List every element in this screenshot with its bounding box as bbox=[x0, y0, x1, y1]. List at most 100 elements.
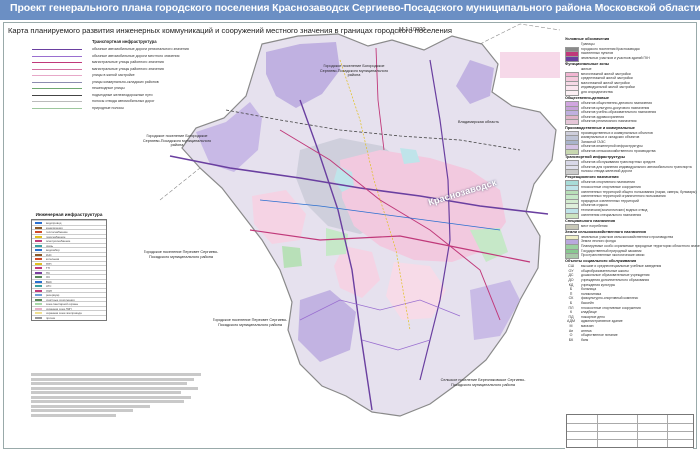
legend-label: общественное питание bbox=[581, 333, 618, 338]
municipal-boundary bbox=[159, 167, 201, 201]
legend-label: плоскостные спортивные сооружения bbox=[581, 184, 641, 189]
transport-legend-label: улицы в жилой застройке bbox=[92, 73, 135, 77]
legend-item: полосы отвода железной дороги bbox=[565, 169, 693, 176]
transport-legend-item: подъездные железнодорожные пути bbox=[14, 93, 224, 98]
legend-label: коммунальных и складских объектов bbox=[581, 135, 640, 140]
legend-label: магазин bbox=[581, 324, 594, 328]
legend-label: озеленения специального назначения bbox=[581, 212, 642, 217]
legend-section-heading: Условные обозначения bbox=[565, 37, 610, 41]
engineering-legend-table: Инженерная инфраструктура водопровод кана… bbox=[31, 212, 107, 321]
legend-label: пожарное депо bbox=[581, 314, 605, 319]
legend-label: поликлиника bbox=[581, 291, 602, 296]
legend-label: объектов спортивного назначения bbox=[581, 180, 635, 185]
transport-legend-item: природные полосы bbox=[14, 106, 224, 111]
transport-legend-item: обычные автомобильные дороги местного зн… bbox=[14, 54, 224, 59]
legend-label: индивидуальной жилой застройки bbox=[581, 85, 635, 90]
legend-code: ОУ bbox=[568, 268, 574, 273]
map-sheet: Проект генерального плана городского пос… bbox=[0, 0, 700, 452]
transport-legend-item: магистральные улицы районного значения bbox=[14, 67, 224, 72]
transport-legend-label: обычные автомобильные дороги регионально… bbox=[92, 47, 189, 51]
legend-label: объектов обслуживания транспортных средс… bbox=[581, 160, 656, 164]
transport-legend-label: пешеходные улицы bbox=[92, 86, 125, 90]
legend-swatch bbox=[565, 253, 579, 260]
legend-item: озеленения специального назначения bbox=[565, 212, 693, 219]
legend-label: городского поселения Краснозаводск bbox=[581, 46, 640, 51]
legend-label: Планируемые особо охраняемые природные т… bbox=[581, 243, 700, 248]
legend-swatch bbox=[565, 89, 579, 96]
legend-code: М bbox=[569, 324, 573, 328]
engineering-legend-row: прочие bbox=[32, 314, 106, 320]
region-label-bogorodskoe-north: Городское поселение Богородское Сергиево… bbox=[319, 64, 389, 78]
legend-label: объектов сельскохозяйственного производс… bbox=[581, 148, 656, 153]
transport-legend-item: полосы отвода автомобильных дорог bbox=[14, 99, 224, 104]
legend-code: Ап bbox=[568, 328, 574, 333]
transport-legend-label: магистральные улицы районного значения bbox=[92, 60, 164, 64]
legend-item: БК банк bbox=[565, 338, 693, 343]
legend-label: полосы отвода железной дороги bbox=[581, 169, 633, 174]
legend-label: банк bbox=[581, 337, 589, 342]
legend-code: КД bbox=[568, 282, 574, 287]
legend-line-swatch bbox=[32, 101, 82, 102]
legend-code: СК bbox=[568, 296, 574, 301]
legend-code: ДС bbox=[568, 273, 574, 278]
legend-label: плоскостные спортивные сооружения bbox=[581, 305, 641, 310]
legend-item: объектов сельскохозяйственного производс… bbox=[565, 148, 693, 155]
legend-swatch bbox=[565, 212, 579, 219]
legend-code: ПД bbox=[568, 314, 574, 319]
notes-block bbox=[31, 373, 201, 433]
legend-code: О bbox=[569, 333, 573, 338]
legend-line-swatch bbox=[32, 62, 82, 63]
legend-item: земельных участков и участков зданий ГКН bbox=[565, 55, 693, 62]
legend-label: земельных участков сельскохозяйственного… bbox=[581, 234, 674, 239]
legend-line-swatch bbox=[32, 55, 82, 57]
legend-label: объектов религиозного назначения bbox=[581, 119, 637, 124]
legend-line-swatch bbox=[32, 107, 82, 109]
legend-label: аптека bbox=[581, 328, 592, 333]
legend-label: жилые bbox=[581, 66, 592, 71]
legend-swatch bbox=[565, 55, 579, 62]
legend-section-heading: Общественно-деловые bbox=[565, 96, 609, 100]
legend-label: Государственный природный заказник bbox=[581, 248, 642, 253]
legend-section-heading: Функциональные зоны bbox=[565, 61, 610, 66]
legend-label: населенных пунктов bbox=[581, 51, 614, 56]
legend-label: учреждения культуры bbox=[581, 282, 616, 287]
legend-label: объектов инженерной инфраструктуры bbox=[581, 144, 643, 149]
transport-legend-label: улицы коммунально-складских районов bbox=[92, 79, 159, 84]
legend-line-swatch bbox=[32, 68, 82, 70]
legend-label: учреждения дополнительного образования bbox=[581, 278, 650, 282]
region-label-vladimir: Владимирская область bbox=[458, 120, 499, 124]
transport-legend-label: обычные автомобильные дороги местного зн… bbox=[92, 53, 180, 58]
legend-item: мест погребения bbox=[565, 223, 693, 230]
legend-label: объектов учебно-образовательного назначе… bbox=[581, 110, 657, 115]
legend-code: БК bbox=[568, 337, 574, 342]
legend-line-swatch bbox=[32, 75, 82, 76]
legend-section-heading: Специального назначения bbox=[565, 218, 615, 223]
legend-line-swatch bbox=[32, 88, 82, 89]
transport-legend-item: пешеходные улицы bbox=[14, 86, 224, 91]
region-label-berezniakovskoe: Сельское поселение Березняковское Сергие… bbox=[440, 378, 526, 387]
engineering-legend-label: прочие bbox=[46, 315, 56, 320]
legend-swatch bbox=[35, 316, 42, 319]
transport-legend-heading: Транспортная инфраструктура bbox=[92, 39, 157, 44]
legend-section-heading: Земли сельскохозяйственного назначения bbox=[565, 229, 646, 234]
legend-label: объектов здравоохранения bbox=[581, 114, 624, 119]
transport-legend-label: природные полосы bbox=[92, 105, 124, 110]
legend-code: СШ bbox=[568, 264, 574, 269]
legend-section-heading: Транспортной инфраструктуры bbox=[565, 155, 625, 159]
legend-label: производственных и коммунальных объектов bbox=[581, 130, 653, 135]
legend-item: Пространственные экологические связи bbox=[565, 253, 693, 260]
legend-label: объектов общественно-делового назначения bbox=[581, 101, 653, 105]
legend-label: Границы bbox=[581, 42, 595, 46]
region-label-peresvet-south: Городское поселение Пересвет Сергиево-По… bbox=[212, 318, 288, 327]
transport-legend-item: улицы коммунально-складских районов bbox=[14, 80, 224, 85]
region-label-peresvet: Городское поселение Пересвет Сергиево-По… bbox=[143, 250, 219, 259]
legend-label: для огородничества bbox=[581, 89, 613, 94]
legend-label: физкультурно-спортивный комплекс bbox=[581, 296, 639, 301]
transport-legend: Транспортная инфраструктура обычные авто… bbox=[14, 39, 224, 125]
legend-line-swatch bbox=[32, 94, 82, 96]
legend-swatch bbox=[565, 148, 579, 155]
legend-section-heading: Производственные и коммунальные bbox=[565, 125, 635, 130]
legend-code: К bbox=[569, 310, 573, 315]
transport-legend-label: магистральные улицы районного значения bbox=[92, 66, 164, 71]
legend-code: ДО bbox=[568, 278, 574, 282]
